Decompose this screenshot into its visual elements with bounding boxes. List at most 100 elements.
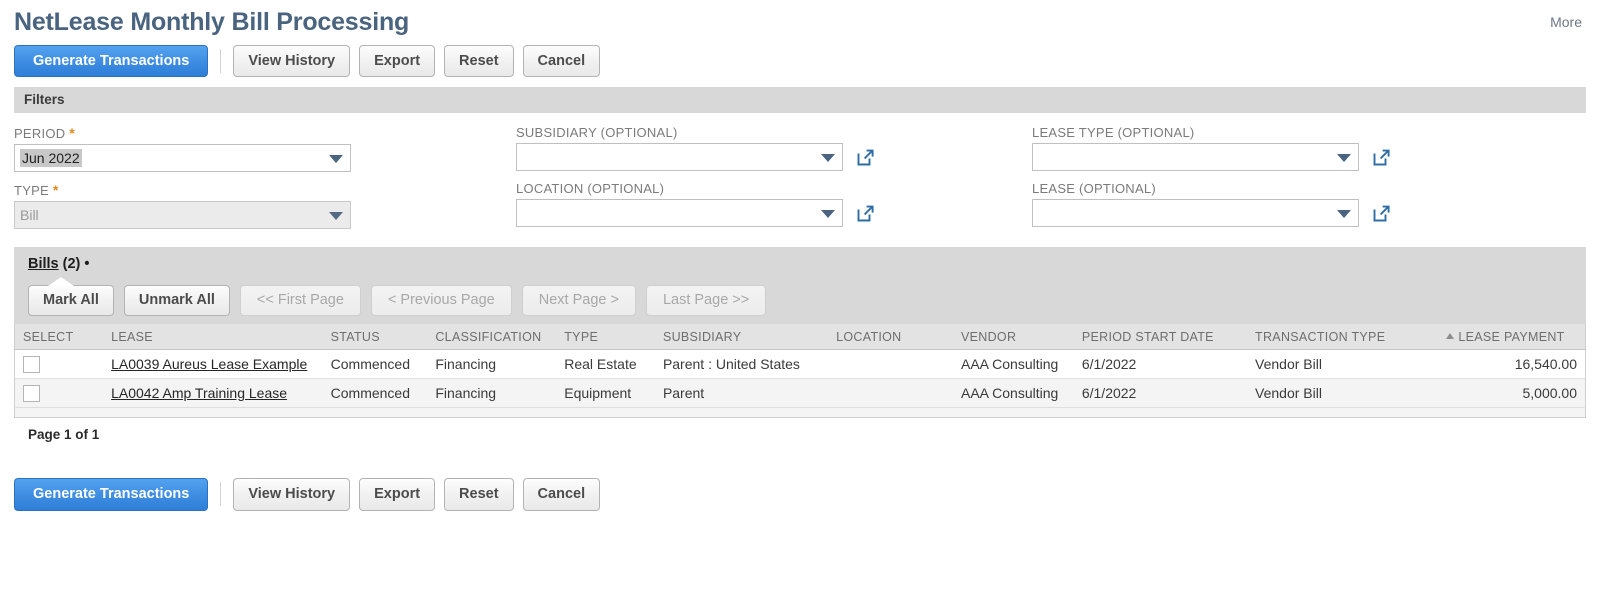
previous-page-button: < Previous Page — [370, 285, 512, 316]
column-header-lease[interactable]: LEASE — [103, 324, 323, 350]
column-header-status[interactable]: STATUS — [322, 324, 428, 350]
period-select[interactable]: Jun 2022 — [14, 144, 351, 172]
sublist-tab-bills[interactable]: Bills (2) • — [28, 256, 90, 272]
lease-select[interactable] — [1032, 199, 1359, 227]
required-asterisk: * — [69, 125, 75, 141]
sublist-tab-count: (2) — [62, 256, 81, 272]
type-select: Bill — [14, 201, 351, 229]
cancel-button[interactable]: Cancel — [522, 45, 601, 77]
column-header-type[interactable]: TYPE — [556, 324, 655, 350]
row-lease-payment-cell: 16,540.00 — [1438, 349, 1586, 379]
lease-type-select[interactable] — [1032, 143, 1359, 171]
generate-transactions-button[interactable]: Generate Transactions — [14, 45, 209, 77]
unmark-all-button[interactable]: Unmark All — [123, 285, 230, 316]
generate-transactions-button-bottom[interactable]: Generate Transactions — [14, 477, 209, 511]
column-header-transaction-type[interactable]: TRANSACTION TYPE — [1247, 324, 1439, 350]
table-header-row: SELECT LEASE STATUS CLASSIFICATION TYPE … — [14, 324, 1586, 350]
open-external-icon[interactable] — [1372, 148, 1391, 167]
view-history-button-bottom[interactable]: View History — [233, 477, 351, 511]
reset-button-bottom[interactable]: Reset — [444, 477, 514, 511]
row-location-cell — [828, 349, 953, 379]
type-value: Bill — [20, 207, 39, 223]
row-classification-cell: Financing — [427, 349, 557, 379]
row-status-cell: Commenced — [322, 349, 428, 379]
more-link[interactable]: More — [1550, 6, 1586, 30]
row-vendor-cell: AAA Consulting — [953, 349, 1074, 379]
filters-column-middle: SUBSIDIARY (OPTIONAL) LOCATION (OPTIONAL… — [516, 125, 1032, 239]
lease-link[interactable]: LA0042 Amp Training Lease — [111, 385, 287, 401]
filters-section-header: Filters — [14, 87, 1586, 113]
bills-table: SELECT LEASE STATUS CLASSIFICATION TYPE … — [14, 324, 1586, 408]
location-label: LOCATION (OPTIONAL) — [516, 181, 665, 196]
button-separator — [220, 482, 222, 507]
type-field: TYPE * Bill — [14, 182, 516, 229]
row-period-start-date-cell: 6/1/2022 — [1073, 349, 1248, 379]
chevron-down-icon — [1337, 154, 1351, 162]
filters-body: PERIOD * Jun 2022 TYPE * Bill SUBSIDIARY… — [0, 113, 1600, 247]
row-select-cell — [14, 349, 104, 379]
row-classification-cell: Financing — [427, 378, 557, 408]
table-row[interactable]: LA0042 Amp Training Lease Commenced Fina… — [14, 378, 1586, 408]
lease-link[interactable]: LA0039 Aureus Lease Example — [111, 356, 307, 372]
row-period-start-date-cell: 6/1/2022 — [1073, 378, 1248, 408]
lease-label: LEASE (OPTIONAL) — [1032, 181, 1156, 196]
period-field: PERIOD * Jun 2022 — [14, 125, 516, 172]
type-label: TYPE * — [14, 182, 59, 198]
filters-column-left: PERIOD * Jun 2022 TYPE * Bill — [0, 125, 516, 239]
column-header-subsidiary[interactable]: SUBSIDIARY — [654, 324, 829, 350]
row-lease-cell: LA0042 Amp Training Lease — [103, 378, 323, 408]
cancel-button-bottom[interactable]: Cancel — [522, 477, 601, 511]
reset-button[interactable]: Reset — [444, 45, 514, 77]
row-type-cell: Real Estate — [556, 349, 655, 379]
open-external-icon[interactable] — [1372, 204, 1391, 223]
lease-type-label: LEASE TYPE (OPTIONAL) — [1032, 125, 1195, 140]
period-value: Jun 2022 — [20, 149, 82, 167]
row-checkbox[interactable] — [23, 355, 40, 373]
page-root: NetLease Monthly Bill Processing More Ge… — [0, 0, 1600, 77]
sublist-tabs: Bills (2) • — [14, 253, 1586, 286]
subsidiary-select[interactable] — [516, 143, 843, 171]
lease-field: LEASE (OPTIONAL) — [1032, 181, 1600, 227]
column-header-period-start-date[interactable]: PERIOD START DATE — [1073, 324, 1248, 350]
row-subsidiary-cell: Parent : United States — [654, 349, 829, 379]
open-external-icon[interactable] — [856, 204, 875, 223]
table-row[interactable]: LA0039 Aureus Lease Example Commenced Fi… — [14, 349, 1586, 379]
chevron-down-icon — [329, 155, 343, 163]
table-body: LA0039 Aureus Lease Example Commenced Fi… — [14, 349, 1586, 408]
row-transaction-type-cell: Vendor Bill — [1247, 349, 1439, 379]
sublist-header: Bills (2) • Mark All Unmark All << First… — [14, 247, 1586, 324]
mark-all-button[interactable]: Mark All — [28, 285, 114, 316]
view-history-button[interactable]: View History — [233, 45, 351, 77]
sublist-paging-bar: Mark All Unmark All << First Page < Prev… — [14, 279, 1586, 324]
subsidiary-field: SUBSIDIARY (OPTIONAL) — [516, 125, 1032, 171]
row-type-cell: Equipment — [556, 378, 655, 408]
top-button-bar: Generate Transactions View History Expor… — [14, 45, 1586, 77]
column-header-select[interactable]: SELECT — [14, 324, 104, 350]
chevron-down-icon — [821, 154, 835, 162]
sublist-tab-dot: • — [84, 256, 90, 272]
open-external-icon[interactable] — [856, 148, 875, 167]
location-select[interactable] — [516, 199, 843, 227]
export-button[interactable]: Export — [359, 45, 436, 77]
title-row: NetLease Monthly Bill Processing More — [14, 0, 1586, 38]
row-lease-payment-cell: 5,000.00 — [1438, 378, 1586, 408]
column-header-classification[interactable]: CLASSIFICATION — [427, 324, 557, 350]
bottom-button-bar: Generate Transactions View History Expor… — [0, 477, 1600, 511]
column-header-location[interactable]: LOCATION — [828, 324, 953, 350]
chevron-down-icon — [329, 212, 343, 220]
filters-column-right: LEASE TYPE (OPTIONAL) LEASE (OPTIONAL) — [1032, 125, 1600, 239]
row-subsidiary-cell: Parent — [654, 378, 829, 408]
first-page-button: << First Page — [239, 285, 361, 316]
row-transaction-type-cell: Vendor Bill — [1247, 378, 1439, 408]
chevron-down-icon — [1337, 210, 1351, 218]
active-tab-caret-icon — [48, 277, 74, 286]
column-header-vendor[interactable]: VENDOR — [953, 324, 1074, 350]
table-footer-strip — [14, 407, 1586, 418]
row-location-cell — [828, 378, 953, 408]
page-indicator: Page 1 of 1 — [28, 426, 100, 442]
button-separator — [220, 49, 222, 73]
export-button-bottom[interactable]: Export — [359, 477, 436, 511]
row-checkbox[interactable] — [23, 384, 40, 402]
chevron-down-icon — [821, 210, 835, 218]
column-header-lease-payment[interactable]: LEASE PAYMENT — [1438, 324, 1586, 350]
